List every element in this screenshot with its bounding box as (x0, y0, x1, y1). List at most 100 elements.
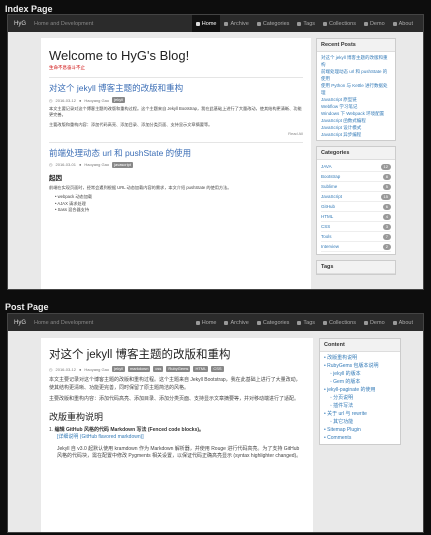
read-all-link[interactable]: Read All (49, 131, 303, 136)
nav-demo[interactable]: Demo (360, 314, 389, 331)
recent-post-link[interactable]: Webflow 学习笔记 (321, 103, 391, 110)
nav-archive[interactable]: Archive (220, 314, 252, 331)
toc-subitem[interactable]: ◦ 插件写法 (324, 402, 396, 410)
post-meta: ◷ 2016-03-12 ● Haoyang Gao jekyll markdo… (49, 366, 305, 372)
post-excerpt-1b: 主要改版和重构内容：添加代码高亮、添加目录、添加分类页面、支持显示文章摘要等。 (49, 121, 213, 127)
post-main-content: 对这个 jekyll 博客主题的改版和重构 ◷ 2016-03-12 ● Hao… (41, 338, 313, 532)
recent-post-link[interactable]: JavaScript 原型链 (321, 96, 391, 103)
category-item[interactable]: CSS 3 (321, 222, 391, 232)
toc-subitem[interactable]: ◦ 分页说明 (324, 394, 396, 402)
category-item[interactable]: GitHub 6 (321, 202, 391, 212)
bookmark-icon (323, 320, 328, 325)
tag-icon (297, 21, 302, 26)
category-item[interactable]: HTML 4 (321, 212, 391, 222)
category-item[interactable]: JavaScript 15 (321, 192, 391, 202)
brand[interactable]: HyG (14, 320, 26, 326)
recent-post-link[interactable]: 对这个 jekyll 博客主题的改版和重构 (321, 54, 391, 68)
tag-icon (297, 320, 302, 325)
index-sidebar: Recent Posts 对这个 jekyll 博客主题的改版和重构 前端处理动… (316, 38, 396, 280)
recent-post-link[interactable]: JavaScript 设计模式 (321, 124, 391, 131)
post-title-2[interactable]: 前端处理动态 url 和 pushState 的使用 (49, 147, 303, 159)
toc-item[interactable]: • RubyGems 包版本说明 (324, 362, 396, 370)
categories-panel: Categories JAVA 12 Bootstrap 8 Sublime 5 Ja… (316, 146, 396, 255)
category-chip[interactable]: jekyll (112, 97, 125, 103)
category-chip[interactable]: javascript (112, 161, 133, 168)
post-meta-2: ◷ 2016-03-01 ● Haoyang Gao javascript (49, 161, 303, 168)
recent-post-link[interactable]: JavaScript 异步编程 (321, 131, 391, 138)
category-item[interactable]: Sublime 5 (321, 182, 391, 192)
nav-about[interactable]: About (389, 15, 417, 32)
post-date: 2016-03-12 (55, 366, 76, 372)
tag-chip[interactable]: markdown (127, 366, 151, 372)
categories-title: Categories (317, 147, 395, 160)
tagline: Home and Development (34, 20, 94, 27)
post-title-1[interactable]: 对这个 jekyll 博客主题的改版和重构 (49, 82, 303, 94)
brand[interactable]: HyG (14, 21, 26, 27)
nav-home[interactable]: Home (192, 314, 221, 331)
tag-chip[interactable]: css (153, 366, 164, 372)
calendar-icon: ◷ (49, 162, 53, 168)
archive-icon (224, 21, 229, 26)
index-navbar: HyG Home and Development Home Archive Ca… (8, 15, 423, 32)
user-icon: ● (78, 366, 82, 372)
nav-tags[interactable]: Tags (293, 15, 319, 32)
play-icon (363, 320, 368, 325)
tag-chip[interactable]: CSS (211, 366, 224, 372)
recent-post-link[interactable]: 前端处理动态 url 和 pushState 的使用 (321, 68, 391, 82)
post-page-label: Post Page (5, 302, 49, 312)
bookmark-icon (323, 21, 328, 26)
recent-post-link[interactable]: JavaScript 函数式编程 (321, 117, 391, 124)
user-icon (392, 21, 397, 26)
nav-home[interactable]: Home (191, 15, 221, 32)
nav-archive[interactable]: Archive (220, 15, 252, 32)
user-icon: ● (78, 97, 82, 103)
category-item[interactable]: Bootstrap 8 (321, 172, 391, 182)
index-page-screenshot: HyG Home and Development Home Archive Ca… (7, 14, 424, 290)
nav-collections[interactable]: Collections (319, 314, 360, 331)
nav-demo[interactable]: Demo (360, 15, 389, 32)
post-meta-1: ◷ 2016-03-12 ● Haoyang Gao jekyll (49, 97, 303, 103)
user-icon (392, 320, 397, 325)
toc-item[interactable]: • jekyll-paginate 的使用 (324, 386, 396, 394)
post-excerpt-2: 前端在实现页面时，经常会遇到根据 URL 动态加载内容的需求，本文介绍 push… (49, 184, 232, 190)
post-author: Haoyang Gao (84, 162, 110, 168)
item-sub-link[interactable]: [详细说明 (GitHub flavored markdown)] (49, 434, 305, 442)
home-icon (195, 21, 200, 26)
tag-chip[interactable]: HTML (193, 366, 209, 372)
toc-title: Content (320, 339, 400, 352)
blog-title: Welcome to HyG's Blog! (49, 48, 190, 63)
post-navbar: HyG Home and Development Home Archive Ca… (8, 314, 423, 331)
post-sidebar: Content • 改版重构说明 • RubyGems 包版本说明 ◦ jeky… (319, 338, 401, 450)
toc-item[interactable]: • Sitemap Plugin (324, 426, 396, 434)
nav-tags[interactable]: Tags (293, 314, 319, 331)
toc-subitem[interactable]: ◦ 其它功能 (324, 418, 396, 426)
archive-icon (224, 320, 229, 325)
category-item[interactable]: Interview 2 (321, 242, 391, 252)
recent-post-link[interactable]: 使用 Python 与 Kettle 进行数据处理 (321, 82, 391, 96)
folder-icon (256, 21, 261, 26)
toc-item[interactable]: • 改版重构说明 (324, 354, 396, 362)
post-title: 对这个 jekyll 博客主题的改版和重构 (49, 349, 231, 361)
post-paragraph: 本文主要记录对这个博客主题的改版和重构过程。这个主题来自 Jekyll Boot… (49, 377, 301, 391)
toc-item[interactable]: • Comments (324, 434, 396, 442)
toc-item[interactable]: • 关于 url 与 rewrite (324, 410, 396, 418)
home-icon (195, 320, 200, 325)
category-item[interactable]: Tools 7 (321, 232, 391, 242)
recent-post-link[interactable]: Windows 下 Webpack 环境配置 (321, 110, 391, 117)
category-item[interactable]: JAVA 12 (321, 162, 391, 172)
item-text: Jekyll 自 v3.0 起默认使用 kramdown 作为 Markdown… (57, 445, 302, 460)
toc-subitem[interactable]: ◦ jekyll 的版本 (324, 370, 396, 378)
tag-chip[interactable]: jekyll (112, 366, 125, 372)
nav-about[interactable]: About (389, 314, 417, 331)
tag-chip[interactable]: RubyGems (166, 366, 191, 372)
nav-collections[interactable]: Collections (319, 15, 360, 32)
folder-icon (256, 320, 261, 325)
nav-categories[interactable]: Categories (253, 15, 294, 32)
user-icon: ● (78, 162, 82, 168)
toc-subitem[interactable]: ◦ Gem 的版本 (324, 378, 396, 386)
section-heading: 改版重构说明 (49, 411, 104, 422)
nav-categories[interactable]: Categories (253, 314, 294, 331)
post-heading: 起因 (49, 174, 62, 182)
tags-panel: Tags (316, 260, 396, 275)
calendar-icon: ◷ (49, 366, 53, 372)
